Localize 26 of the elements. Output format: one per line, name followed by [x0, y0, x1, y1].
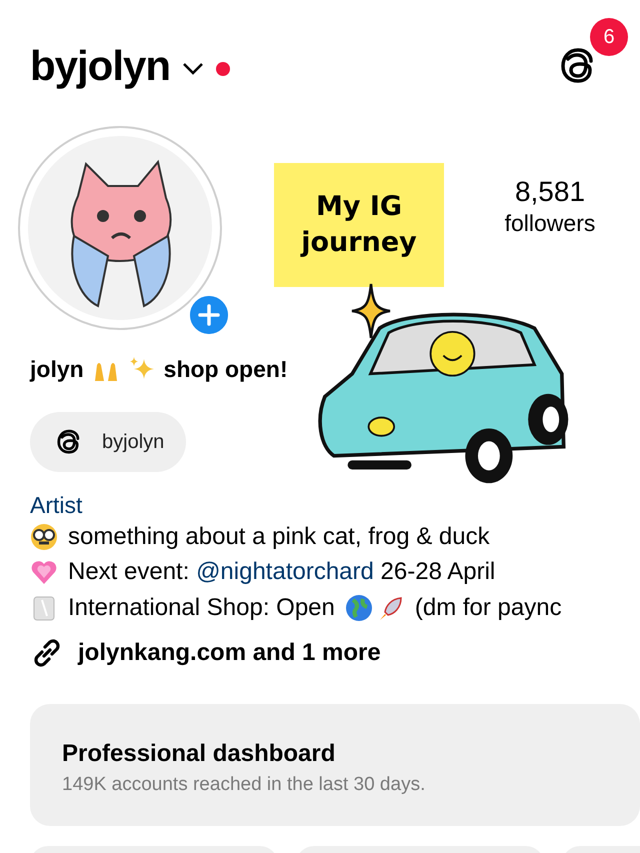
profile-name: jolyn [30, 356, 84, 382]
chevron-down-icon[interactable] [182, 62, 204, 76]
bio-text: something about a pink cat, frog & duck [68, 522, 490, 551]
heart-emoji-icon [30, 558, 58, 586]
avatar-ring[interactable] [18, 126, 222, 330]
website-link[interactable]: jolynkang.com and 1 more [78, 638, 381, 666]
profile-tagline: shop open! [164, 356, 288, 382]
bio-text: (dm for paync [414, 594, 562, 622]
followers-count[interactable]: 8,581 [460, 176, 640, 208]
bio-text: International Shop: Open [68, 594, 335, 622]
followers-label[interactable]: followers [460, 210, 640, 237]
bio-text: 26-28 April [380, 558, 496, 586]
category-label: Artist [29, 491, 84, 519]
threads-profile-button[interactable]: byjolyn [30, 412, 186, 472]
notification-badge: 6 [590, 18, 628, 56]
mention-link[interactable]: @nightatorchard [196, 558, 374, 586]
dashboard-subtitle: 149K accounts reached in the last 30 days. [62, 774, 426, 796]
dashboard-title: Professional dashboard [62, 740, 336, 768]
dashboard-card[interactable]: Professional dashboard 149K accounts reached in the last 30 days. [30, 704, 640, 826]
glasses-emoji-icon [30, 522, 58, 551]
sparkle-icon [350, 282, 392, 340]
text-sticker: My IG journey [274, 163, 444, 287]
globe-icon [344, 594, 373, 622]
status-dot [216, 62, 230, 76]
bio-text: Next event: [68, 558, 190, 586]
username[interactable]: byjolyn [30, 42, 170, 90]
